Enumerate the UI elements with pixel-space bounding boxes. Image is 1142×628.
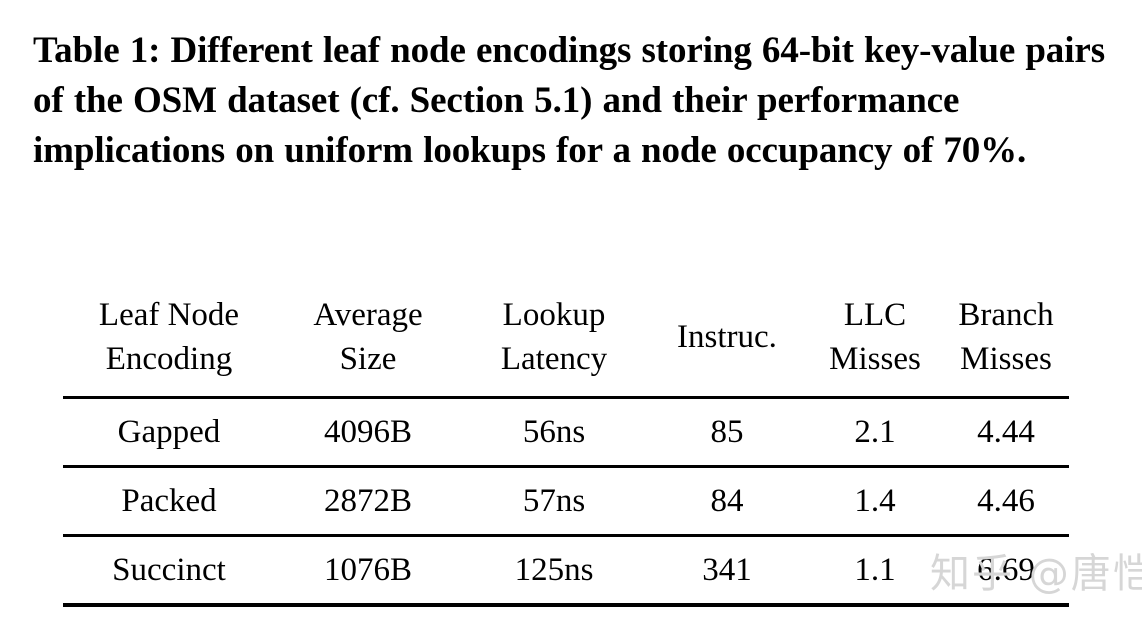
col-header-average-size: Average Size bbox=[275, 278, 461, 398]
col-header-branch-misses: Branch Misses bbox=[943, 278, 1069, 398]
col-header-line2: Misses bbox=[960, 341, 1052, 377]
cell-llc-misses: 1.4 bbox=[807, 465, 943, 536]
cell-average-size: 2872B bbox=[275, 465, 461, 536]
table-rule-top: Leaf Node Encoding Average Size Lookup L… bbox=[63, 278, 1069, 398]
table-container: Leaf Node Encoding Average Size Lookup L… bbox=[63, 278, 1069, 609]
col-header-line1: Instruc. bbox=[677, 319, 777, 355]
col-header-lookup-latency: Lookup Latency bbox=[461, 278, 647, 398]
table-row: Gapped 4096B 56ns 85 2.1 4.44 bbox=[63, 396, 1069, 467]
col-header-instructions: Instruc. bbox=[647, 278, 807, 398]
cell-llc-misses: 2.1 bbox=[807, 396, 943, 467]
cell-encoding: Succinct bbox=[63, 534, 275, 605]
cell-lookup-latency: 125ns bbox=[461, 534, 647, 605]
cell-instructions: 85 bbox=[647, 396, 807, 467]
col-header-line2: Latency bbox=[500, 341, 608, 377]
table-body: Gapped 4096B 56ns 85 2.1 4.44 Packed 287… bbox=[63, 396, 1069, 609]
cell-instructions: 341 bbox=[647, 534, 807, 605]
cell-branch-misses: 4.46 bbox=[943, 465, 1069, 536]
cell-instructions: 84 bbox=[647, 465, 807, 536]
cell-encoding: Gapped bbox=[63, 396, 275, 467]
table-header: Leaf Node Encoding Average Size Lookup L… bbox=[63, 278, 1069, 398]
cell-average-size: 4096B bbox=[275, 396, 461, 467]
cell-llc-misses: 1.1 bbox=[807, 534, 943, 605]
cell-average-size: 1076B bbox=[275, 534, 461, 605]
cell-lookup-latency: 56ns bbox=[461, 396, 647, 467]
cell-branch-misses: 4.44 bbox=[943, 396, 1069, 467]
col-header-line1: Lookup bbox=[502, 297, 606, 333]
col-header-line2: Misses bbox=[829, 341, 921, 377]
table-row: Succinct 1076B 125ns 341 1.1 6.69 bbox=[63, 534, 1069, 605]
table-rule-bottom bbox=[63, 603, 1069, 609]
table-row: Packed 2872B 57ns 84 1.4 4.46 bbox=[63, 465, 1069, 536]
col-header-line1: Leaf Node bbox=[98, 297, 240, 333]
cell-branch-misses: 6.69 bbox=[943, 534, 1069, 605]
col-header-llc-misses: LLC Misses bbox=[807, 278, 943, 398]
col-header-line1: Branch bbox=[958, 297, 1054, 333]
cell-lookup-latency: 57ns bbox=[461, 465, 647, 536]
col-header-leaf-node-encoding: Leaf Node Encoding bbox=[63, 278, 275, 398]
col-header-line1: Average bbox=[313, 297, 423, 333]
cell-encoding: Packed bbox=[63, 465, 275, 536]
col-header-line1: LLC bbox=[843, 297, 907, 333]
results-table: Leaf Node Encoding Average Size Lookup L… bbox=[63, 278, 1069, 609]
col-header-line2: Size bbox=[339, 341, 397, 377]
col-header-line2: Encoding bbox=[105, 341, 233, 377]
table-caption: Table 1: Different leaf node encodings s… bbox=[33, 30, 1106, 171]
